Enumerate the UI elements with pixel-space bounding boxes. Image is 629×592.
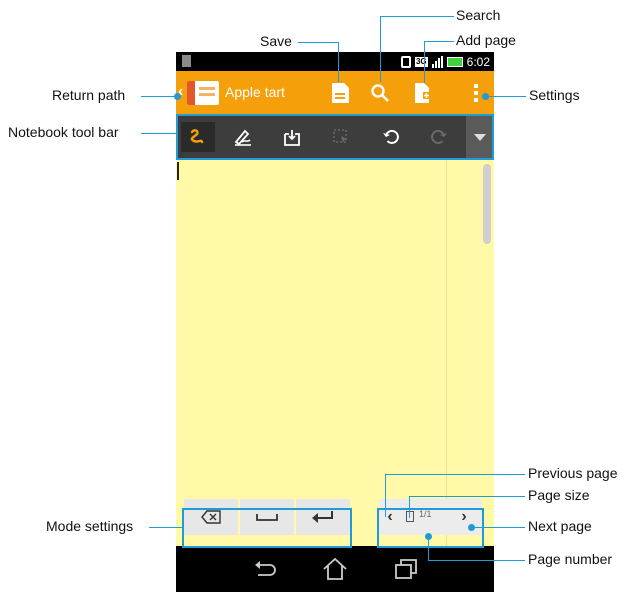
callout-previous-page-line [385, 474, 525, 475]
back-icon [255, 561, 276, 576]
recent-apps-button[interactable] [390, 556, 422, 582]
callout-page-size-vline [409, 496, 410, 518]
callout-save-line [298, 42, 338, 43]
notebook-title[interactable]: Apple tart [225, 84, 285, 100]
search-icon [371, 84, 389, 102]
callout-save-vline [338, 42, 339, 82]
note-page[interactable]: ‹ 1/1 › [176, 158, 494, 546]
callout-search-vline [380, 16, 381, 82]
callout-toolbar-line [141, 133, 176, 134]
recent-apps-icon [395, 559, 417, 579]
status-time: 6:02 [466, 54, 490, 69]
callout-page-number-dot [425, 533, 432, 540]
callout-settings-dot [482, 93, 489, 100]
text-cursor [177, 162, 179, 180]
callout-settings-line [486, 96, 526, 97]
status-icons: 3G 6:02 [400, 53, 490, 70]
callout-mode-settings-line [149, 527, 182, 528]
callout-notebook-toolbar: Notebook tool bar [8, 124, 119, 140]
network-type: 3G [414, 56, 428, 67]
signal-icon [431, 55, 443, 68]
callout-mode-settings: Mode settings [46, 518, 134, 534]
callout-return-path-line [141, 96, 177, 97]
back-button[interactable] [248, 556, 280, 582]
callout-next-page-dot [468, 524, 475, 531]
toolbar-highlight-frame [176, 114, 494, 160]
callout-add-page-vline [424, 41, 425, 83]
callout-page-number: Page number [528, 551, 613, 567]
navigation-bar [176, 546, 494, 592]
callout-return-path: Return path [52, 87, 126, 103]
callout-next-page-line [472, 527, 525, 528]
page-margin-line [446, 158, 447, 546]
home-button[interactable] [319, 556, 351, 582]
callout-page-size-line [409, 496, 525, 497]
callout-add-page: Add page [456, 32, 516, 48]
mode-settings-highlight-frame [182, 508, 352, 548]
callout-page-number-line [428, 560, 525, 561]
search-button[interactable] [366, 79, 394, 107]
add-page-button[interactable] [409, 79, 437, 107]
notification-icon [182, 55, 191, 67]
notebook-icon[interactable] [187, 81, 219, 105]
add-page-icon [415, 83, 430, 103]
callout-page-size: Page size [528, 487, 590, 503]
callout-previous-page-vline [385, 474, 386, 517]
status-bar: 3G 6:02 [176, 52, 494, 71]
callout-previous-page: Previous page [528, 465, 618, 481]
home-icon [323, 557, 347, 580]
overflow-menu-icon [474, 84, 478, 102]
callout-search: Search [456, 7, 501, 23]
scrollbar[interactable] [483, 164, 491, 244]
callout-search-line [380, 16, 454, 17]
callout-next-page: Next page [528, 518, 592, 534]
callout-settings: Settings [529, 87, 580, 103]
callout-add-page-line [424, 41, 454, 42]
callout-return-path-dot [174, 93, 181, 100]
battery-icon [446, 56, 463, 67]
save-button[interactable] [326, 79, 354, 107]
save-icon [332, 83, 349, 103]
action-bar: ‹ Apple tart [176, 71, 494, 116]
vibrate-icon [400, 55, 411, 68]
callout-save: Save [260, 33, 292, 49]
